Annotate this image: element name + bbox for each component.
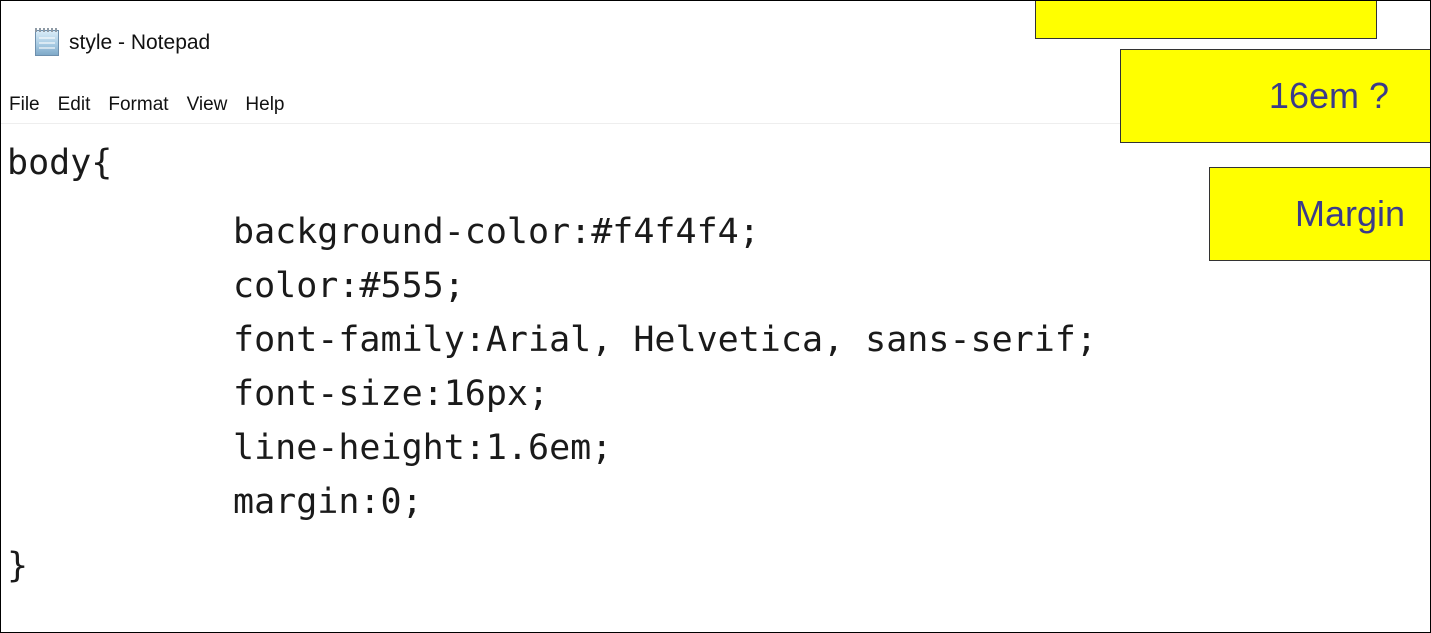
menu-help[interactable]: Help (245, 94, 284, 116)
notepad-icon (35, 28, 59, 56)
menu-format[interactable]: Format (108, 94, 168, 116)
code-line-selector: body{ (7, 143, 113, 183)
annotation-note-16em: 16em ? (1120, 49, 1430, 143)
code-line-line-height: line-height:1.6em; (233, 428, 613, 468)
code-line-margin: margin:0; (233, 482, 423, 522)
code-line-closing-brace: } (7, 546, 29, 586)
menu-view[interactable]: View (187, 94, 228, 116)
slide-frame: style - Notepad File Edit Format View He… (0, 0, 1431, 633)
code-line-font-size: font-size:16px; (233, 374, 550, 414)
window-title: style - Notepad (69, 31, 211, 54)
annotation-note-margin: Margin (1209, 167, 1430, 261)
menu-edit[interactable]: Edit (58, 94, 91, 116)
title-bar: style - Notepad (1, 23, 210, 63)
code-line-background-color: background-color:#f4f4f4; (233, 212, 760, 252)
code-line-color: color:#555; (233, 266, 465, 306)
annotation-note-top (1035, 1, 1377, 39)
menu-file[interactable]: File (9, 94, 40, 116)
code-line-font-family: font-family:Arial, Helvetica, sans-serif… (233, 320, 1097, 360)
